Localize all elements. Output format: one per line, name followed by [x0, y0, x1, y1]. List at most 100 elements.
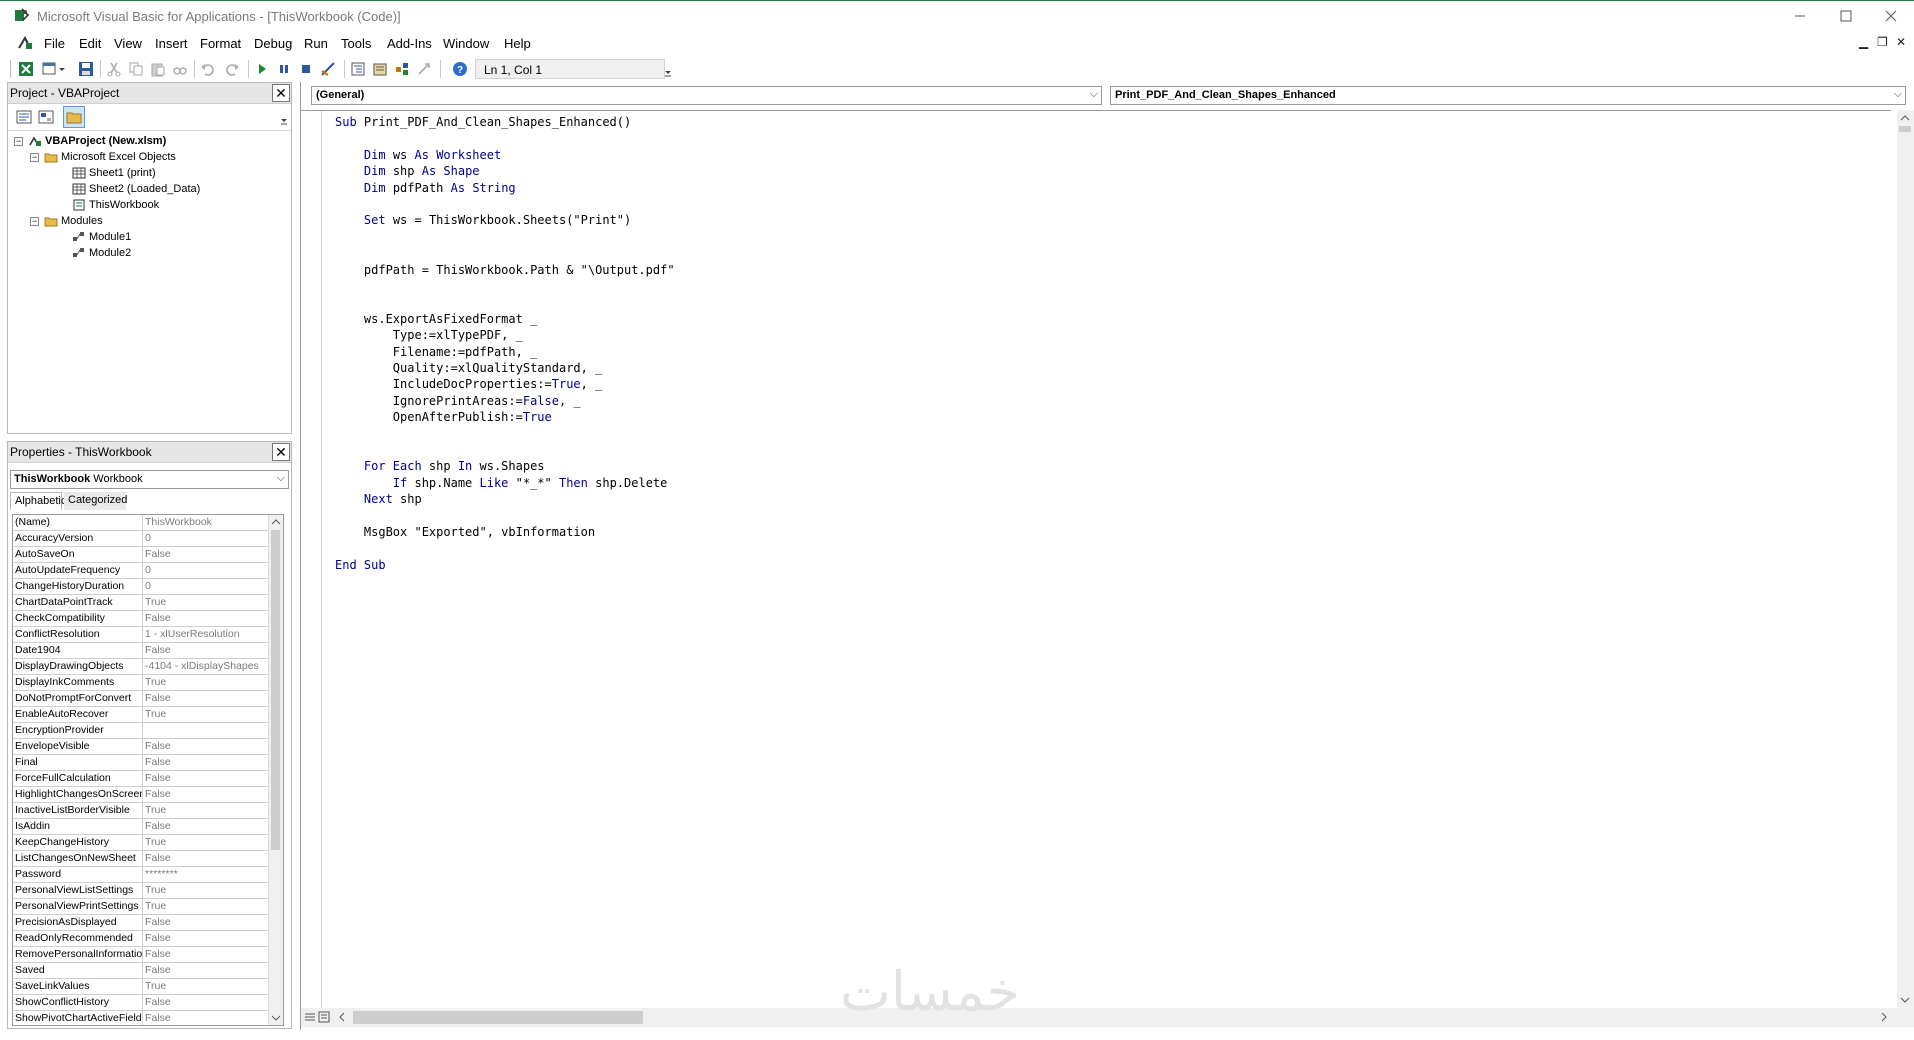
property-row[interactable]: PrecisionAsDisplayed False — [13, 915, 270, 931]
property-value[interactable]: False — [145, 996, 267, 1008]
property-row[interactable]: AutoSaveOn False — [13, 547, 270, 563]
scroll-down-icon[interactable] — [271, 1013, 281, 1023]
minimize-button[interactable] — [1777, 1, 1823, 31]
properties-pane-close-button[interactable]: ✕ — [272, 443, 290, 461]
tree-item[interactable]: Microsoft Excel Objects — [44, 151, 176, 163]
code-line[interactable]: Dim ws As Worksheet — [335, 148, 501, 162]
property-row[interactable]: CheckCompatibility False — [13, 611, 270, 627]
code-line[interactable]: IncludeDocProperties:=True, _ — [335, 377, 603, 391]
property-value[interactable]: True — [145, 708, 267, 720]
scroll-right-icon[interactable] — [1879, 1012, 1889, 1022]
design-mode-icon[interactable] — [320, 61, 336, 77]
procedure-combo[interactable]: Print_PDF_And_Clean_Shapes_Enhanced ⌵ — [1110, 86, 1906, 105]
tree-item[interactable]: Modules — [44, 215, 103, 227]
toolbar-grip[interactable] — [10, 60, 11, 78]
property-row[interactable]: AccuracyVersion 0 — [13, 531, 270, 547]
mdi-restore-icon[interactable]: ❐ — [1877, 35, 1888, 49]
scroll-left-icon[interactable] — [337, 1012, 347, 1022]
menu-window[interactable]: Window — [443, 36, 489, 51]
code-line[interactable]: OpenAfterPublish:=True — [335, 410, 552, 424]
code-line[interactable]: End Sub — [335, 558, 386, 572]
help-icon[interactable]: ? — [452, 61, 468, 77]
property-row[interactable]: ForceFullCalculation False — [13, 771, 270, 787]
property-value[interactable]: True — [145, 676, 267, 688]
maximize-button[interactable] — [1823, 1, 1869, 31]
code-line[interactable]: Set ws = ThisWorkbook.Sheets("Print") — [335, 213, 631, 227]
property-row[interactable]: EnvelopeVisible False — [13, 739, 270, 755]
property-value[interactable]: False — [145, 852, 267, 864]
object-selector[interactable]: ThisWorkbook Workbook ⌵ — [10, 470, 289, 489]
property-row[interactable]: InactiveListBorderVisible True — [13, 803, 270, 819]
property-value[interactable]: ThisWorkbook — [145, 516, 267, 528]
menu-help[interactable]: Help — [504, 36, 531, 51]
property-value[interactable]: True — [145, 836, 267, 848]
properties-scroll-thumb[interactable] — [271, 530, 280, 850]
property-value[interactable]: True — [145, 596, 267, 608]
property-value[interactable]: True — [145, 980, 267, 992]
property-value[interactable]: False — [145, 1012, 267, 1024]
property-value[interactable]: False — [145, 932, 267, 944]
property-value[interactable]: True — [145, 804, 267, 816]
procedure-view-icon[interactable] — [304, 1011, 316, 1023]
cut-icon[interactable] — [106, 61, 122, 77]
property-value[interactable]: False — [145, 692, 267, 704]
property-row[interactable]: Final False — [13, 755, 270, 771]
toggle-folders-button[interactable] — [63, 106, 85, 128]
code-line[interactable]: If shp.Name Like "*_*" Then shp.Delete — [335, 476, 668, 490]
tree-expander-icon[interactable]: − — [30, 217, 39, 226]
copy-icon[interactable] — [128, 61, 144, 77]
tab-alphabetic[interactable]: Alphabetic — [10, 492, 66, 510]
code-line[interactable]: Quality:=xlQualityStandard, _ — [335, 361, 603, 375]
insert-userform-icon[interactable] — [42, 61, 58, 77]
paste-icon[interactable] — [150, 61, 166, 77]
property-value[interactable]: False — [145, 916, 267, 928]
code-line[interactable]: For Each shp In ws.Shapes — [335, 459, 545, 473]
property-row[interactable]: (Name) ThisWorkbook — [13, 515, 270, 531]
property-row[interactable]: AutoUpdateFrequency 0 — [13, 563, 270, 579]
tree-expander-icon[interactable]: − — [14, 137, 23, 146]
property-value[interactable]: 0 — [145, 564, 267, 576]
property-row[interactable]: ReadOnlyRecommended False — [13, 931, 270, 947]
property-value[interactable]: 1 - xlUserResolution — [145, 628, 267, 640]
menu-tools[interactable]: Tools — [341, 36, 371, 51]
mdi-minimize-icon[interactable]: ▁ — [1859, 35, 1868, 49]
property-row[interactable]: EnableAutoRecover True — [13, 707, 270, 723]
menu-insert[interactable]: Insert — [155, 36, 188, 51]
reset-icon[interactable] — [298, 61, 314, 77]
property-row[interactable]: ChangeHistoryDuration 0 — [13, 579, 270, 595]
code-line[interactable]: MsgBox "Exported", vbInformation — [335, 525, 595, 539]
property-row[interactable]: HighlightChangesOnScreen False — [13, 787, 270, 803]
property-row[interactable]: PersonalViewListSettings True — [13, 883, 270, 899]
code-line[interactable]: Filename:=pdfPath, _ — [335, 345, 538, 359]
object-browser-icon[interactable] — [394, 61, 410, 77]
menu-file[interactable]: File — [44, 36, 65, 51]
menu-format[interactable]: Format — [200, 36, 241, 51]
property-row[interactable]: DisplayInkComments True — [13, 675, 270, 691]
code-margin-indicator-bar[interactable] — [301, 111, 322, 1009]
scroll-up-icon[interactable] — [271, 517, 281, 527]
menu-addins[interactable]: Add-Ins — [387, 36, 432, 51]
vba-document-icon[interactable] — [16, 34, 34, 52]
tree-item[interactable]: ThisWorkbook — [72, 199, 159, 211]
property-row[interactable]: ShowPivotChartActiveField False — [13, 1011, 270, 1025]
run-icon[interactable] — [254, 61, 270, 77]
tree-item[interactable]: Sheet1 (print) — [72, 167, 156, 179]
code-line[interactable]: ws.ExportAsFixedFormat _ — [335, 312, 537, 326]
property-row[interactable]: Password ******** — [13, 867, 270, 883]
menu-run[interactable]: Run — [304, 36, 328, 51]
property-value[interactable]: False — [145, 740, 267, 752]
close-button[interactable] — [1868, 1, 1914, 31]
view-object-icon[interactable] — [38, 109, 54, 125]
object-combo[interactable]: (General) ⌵ — [311, 86, 1102, 105]
tree-item[interactable]: VBAProject (New.xlsm) — [28, 135, 166, 147]
property-row[interactable]: Saved False — [13, 963, 270, 979]
property-row[interactable]: ListChangesOnNewSheet False — [13, 851, 270, 867]
find-icon[interactable] — [172, 61, 188, 77]
project-pane-close-button[interactable]: ✕ — [272, 84, 290, 102]
project-explorer-icon[interactable] — [350, 61, 366, 77]
tree-item[interactable]: Module1 — [72, 231, 131, 243]
property-value[interactable]: False — [145, 820, 267, 832]
break-icon[interactable] — [276, 61, 292, 77]
dropdown-arrow-icon[interactable] — [58, 61, 66, 77]
property-row[interactable]: SaveLinkValues True — [13, 979, 270, 995]
